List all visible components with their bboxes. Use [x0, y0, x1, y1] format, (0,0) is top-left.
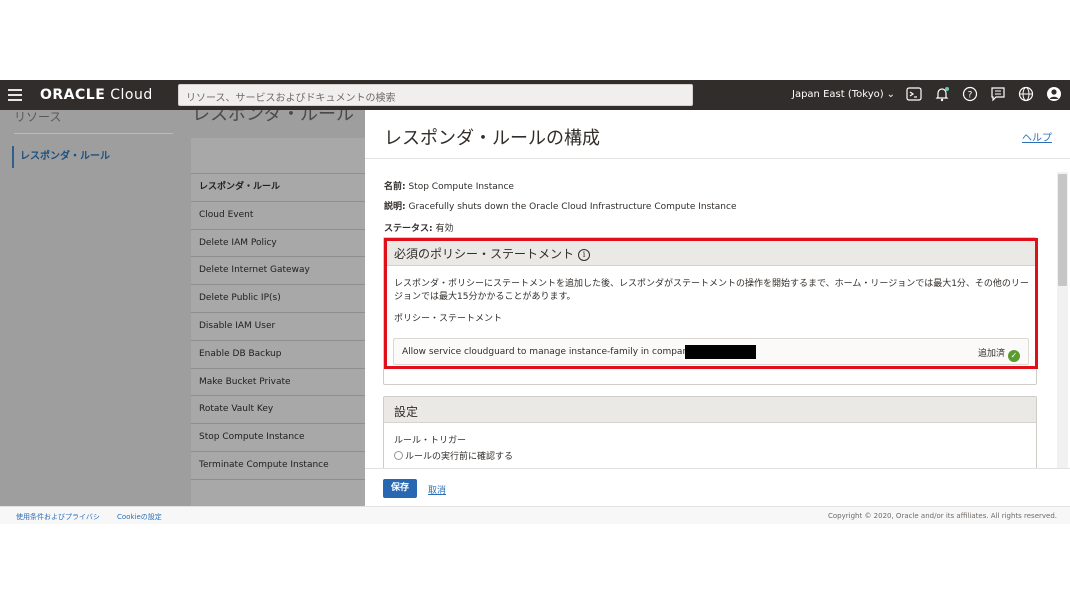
search-input[interactable]: リソース、サービスおよびドキュメントの検索	[178, 84, 693, 106]
radio-icon[interactable]	[394, 451, 403, 460]
scrollbar-thumb[interactable]	[1058, 174, 1067, 286]
chevron-down-icon: ⌄	[886, 89, 896, 100]
rule-name: 名前: Stop Compute Instance	[384, 182, 514, 192]
bell-icon[interactable]	[933, 86, 951, 104]
top-nav-bar: ORACLE Cloud リソース、サービスおよびドキュメントの検索 Japan…	[0, 80, 1070, 110]
added-status: 追加済 ✓	[978, 346, 1020, 362]
table-row: Terminate Compute Instance	[191, 452, 365, 480]
rule-trigger-label: ルール・トリガー	[394, 436, 467, 446]
table-row: Disable IAM User	[191, 313, 365, 341]
divider	[365, 158, 1070, 159]
policy-statement-row: Allow service cloudguard to manage insta…	[393, 338, 1029, 365]
resources-heading: リソース	[14, 110, 62, 124]
responder-rules-table: レスポンダ・ルール Cloud Event Delete IAM Policy …	[191, 138, 365, 506]
section-title: 設定	[394, 405, 419, 419]
policy-description: レスポンダ・ポリシーにステートメントを追加した後、レスポンダがステートメントの操…	[394, 279, 1029, 302]
cookie-settings-link[interactable]: Cookieの設定	[117, 512, 162, 522]
help-icon[interactable]: ?	[961, 86, 979, 104]
background-page-overlay: リソース レスポンダ・ルール レスポンダ・ルール レスポンダ・ルール Cloud…	[0, 110, 365, 506]
confirm-before-execute-radio[interactable]: ルールの実行前に確認する	[394, 449, 513, 462]
rule-description: 説明: Gracefully shuts down the Oracle Clo…	[384, 202, 737, 212]
table-row: Rotate Vault Key	[191, 396, 365, 425]
page-footer: 使用条件およびプライバシ Cookieの設定 Copyright © 2020,…	[0, 506, 1070, 524]
panel-footer: 保存 取消	[365, 468, 1070, 506]
policy-statement-text: Allow service cloudguard to manage insta…	[402, 347, 714, 357]
table-row: Delete Internet Gateway	[191, 257, 365, 286]
app-window: ORACLE Cloud リソース、サービスおよびドキュメントの検索 Japan…	[0, 0, 1070, 602]
table-row: Enable DB Backup	[191, 341, 365, 369]
redacted-compartment	[685, 345, 756, 359]
required-policy-section: 必須のポリシー・ステートメント i レスポンダ・ポリシーにステートメントを追加した…	[383, 237, 1037, 385]
table-row: Cloud Event	[191, 202, 365, 230]
user-icon[interactable]	[1045, 86, 1063, 104]
check-circle-icon: ✓	[1008, 350, 1020, 362]
section-header: 必須のポリシー・ステートメント i	[384, 238, 1036, 266]
table-toolbar	[191, 138, 365, 174]
panel-title: レスポンダ・ルールの構成	[384, 128, 600, 149]
sidebar-item-responder-rules: レスポンダ・ルール	[12, 146, 173, 168]
menu-icon[interactable]	[8, 89, 22, 101]
table-row: Delete IAM Policy	[191, 230, 365, 258]
cancel-button[interactable]: 取消	[428, 483, 446, 496]
region-selector[interactable]: Japan East (Tokyo) ⌄	[792, 89, 895, 100]
background-page-title: レスポンダ・ルール	[192, 110, 354, 125]
table-row: Delete Public IP(s)	[191, 285, 365, 313]
chat-icon[interactable]	[989, 86, 1007, 104]
table-row: Make Bucket Private	[191, 369, 365, 397]
table-header: レスポンダ・ルール	[191, 174, 365, 202]
globe-icon[interactable]	[1017, 86, 1035, 104]
table-row: Stop Compute Instance	[191, 424, 365, 452]
rule-status: ステータス: 有効	[384, 224, 454, 234]
copyright-text: Copyright © 2020, Oracle and/or its affi…	[828, 512, 1057, 520]
cloud-shell-icon[interactable]	[905, 86, 923, 104]
policy-statement-heading: ポリシー・ステートメント	[394, 314, 503, 324]
terms-privacy-link[interactable]: 使用条件およびプライバシ	[16, 512, 100, 522]
section-title: 必須のポリシー・ステートメント i	[394, 245, 591, 262]
save-button[interactable]: 保存	[383, 479, 417, 498]
divider	[14, 133, 173, 134]
info-icon[interactable]: i	[578, 249, 591, 261]
configure-responder-rule-panel: レスポンダ・ルールの構成 ヘルプ 名前: Stop Compute Instan…	[365, 110, 1070, 506]
svg-text:?: ?	[968, 91, 973, 101]
section-header: 設定	[384, 397, 1036, 423]
help-link[interactable]: ヘルプ	[1022, 129, 1052, 144]
oracle-cloud-logo[interactable]: ORACLE Cloud	[40, 87, 153, 103]
